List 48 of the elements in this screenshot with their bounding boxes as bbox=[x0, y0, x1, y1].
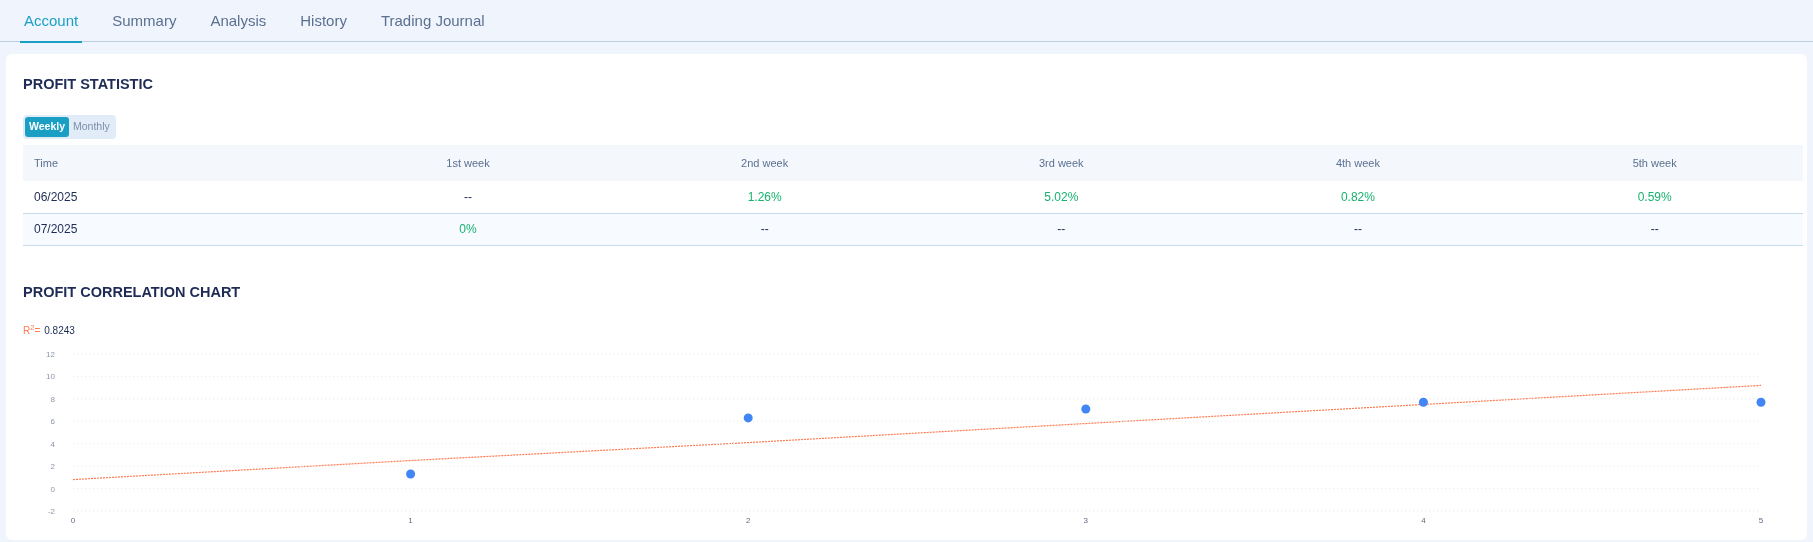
x-tick-label: 3 bbox=[1083, 516, 1089, 526]
data-point bbox=[1081, 404, 1091, 414]
table-cell: -- bbox=[319, 181, 617, 214]
section-title: PROFIT STATISTIC bbox=[23, 76, 154, 94]
tab[interactable]: Summary bbox=[100, 0, 189, 42]
section-title: PROFIT CORRELATION CHART bbox=[23, 283, 242, 302]
data-point bbox=[406, 469, 416, 479]
table-cell: 5.02% bbox=[912, 181, 1210, 214]
y-tick-label: -2 bbox=[47, 507, 55, 517]
table-cell: -- bbox=[1209, 213, 1507, 246]
y-tick-label: 12 bbox=[46, 350, 55, 360]
data-point bbox=[743, 413, 753, 423]
column-header: 4th week bbox=[1209, 145, 1507, 182]
x-tick-label: 2 bbox=[745, 516, 751, 526]
x-tick-label: 5 bbox=[1758, 516, 1764, 526]
r-squared-label: R$^{2}$= bbox=[23, 323, 41, 339]
data-point bbox=[1756, 397, 1766, 407]
column-header: 1st week bbox=[319, 145, 617, 182]
table-cell: -- bbox=[1506, 213, 1803, 246]
y-tick-label: 6 bbox=[50, 417, 55, 427]
column-header: Time bbox=[23, 145, 320, 182]
data-point bbox=[1418, 397, 1428, 407]
table-cell: 1.26% bbox=[616, 181, 913, 214]
x-tick-label: 4 bbox=[1421, 516, 1426, 526]
x-tick-label: 0 bbox=[70, 516, 76, 526]
table-cell: 0% bbox=[319, 213, 617, 246]
y-tick-label: 8 bbox=[50, 394, 55, 404]
tab[interactable]: History bbox=[288, 0, 359, 42]
table-cell: 0.59% bbox=[1506, 181, 1803, 214]
y-tick-label: 2 bbox=[50, 462, 55, 472]
column-header: 5th week bbox=[1506, 145, 1803, 182]
table-cell: 07/2025 bbox=[23, 213, 320, 246]
table-cell: 0.82% bbox=[1209, 181, 1507, 214]
tab[interactable]: Account bbox=[12, 0, 91, 42]
tab[interactable]: Analysis bbox=[198, 0, 279, 42]
column-header: 2nd week bbox=[616, 145, 913, 182]
table-cell: 06/2025 bbox=[23, 181, 320, 214]
column-header: 3rd week bbox=[912, 145, 1210, 182]
y-tick-label: 4 bbox=[50, 439, 55, 449]
period-button[interactable]: Monthly bbox=[69, 117, 114, 138]
table-cell: -- bbox=[616, 213, 913, 246]
table-cell: -- bbox=[912, 213, 1210, 246]
x-tick-label: 1 bbox=[408, 516, 413, 526]
y-tick-label: 0 bbox=[50, 484, 55, 494]
tab[interactable]: Trading Journal bbox=[368, 0, 497, 42]
r-squared-value: 0.8243 bbox=[44, 324, 75, 339]
y-tick-label: 10 bbox=[46, 372, 55, 382]
period-button[interactable]: Weekly bbox=[25, 117, 69, 138]
